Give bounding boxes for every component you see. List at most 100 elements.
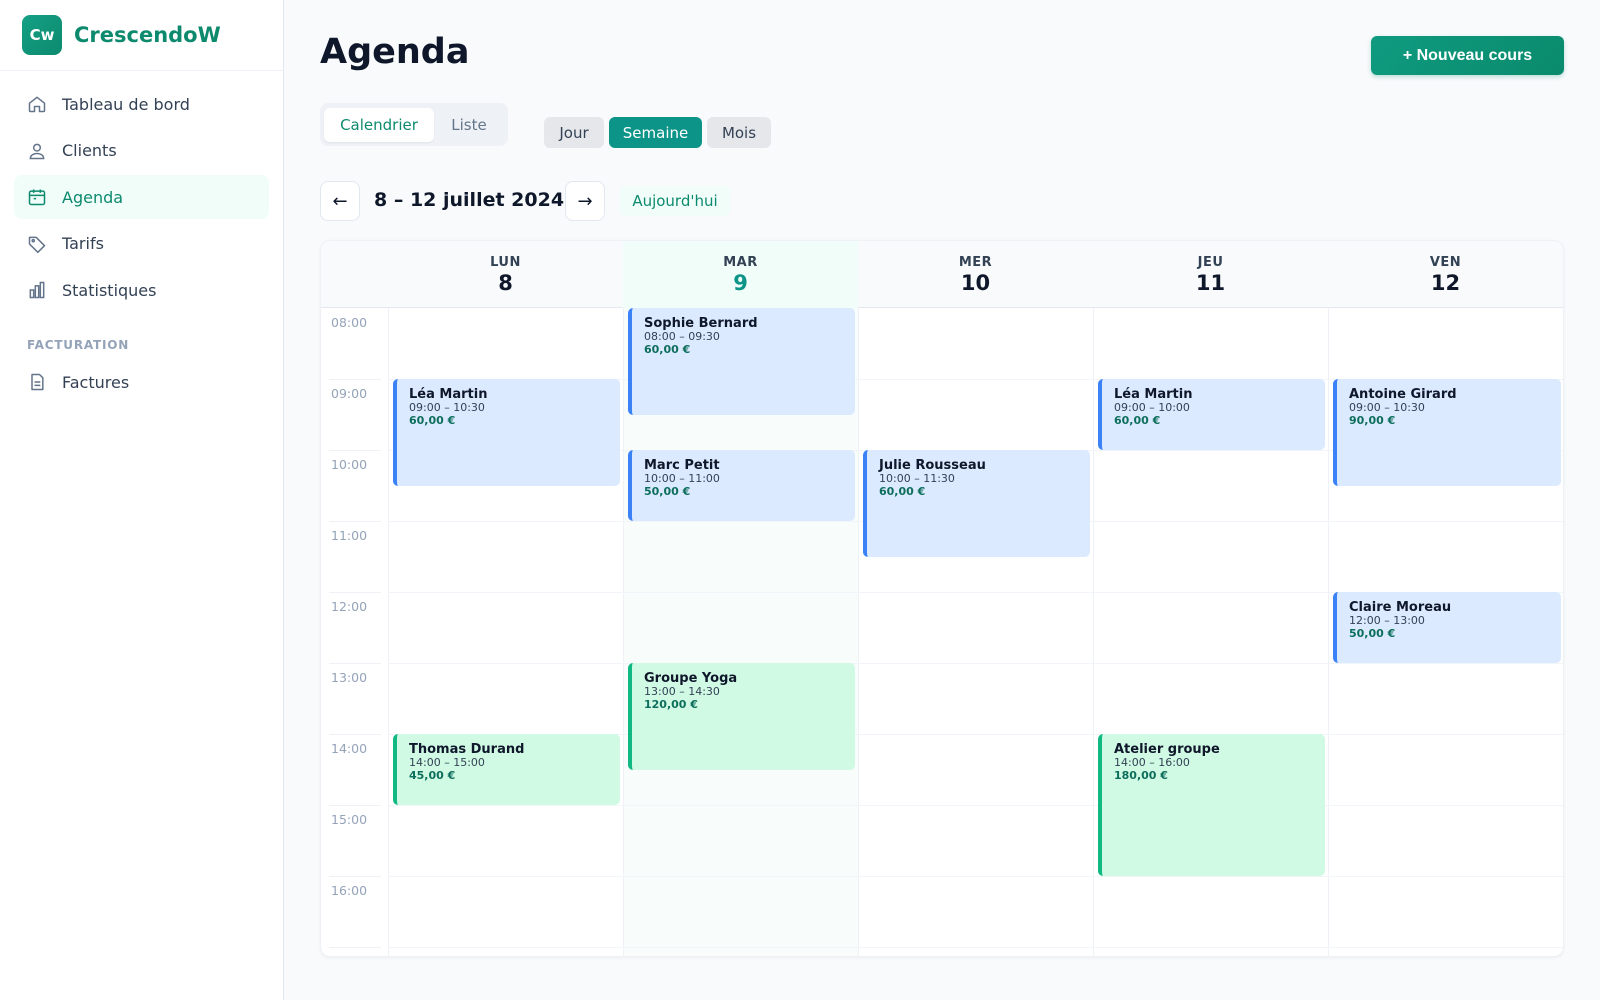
sidebar-item-factures[interactable]: Factures xyxy=(14,360,269,404)
range-week-button[interactable]: Semaine xyxy=(609,117,702,148)
event-time: 10:00 – 11:30 xyxy=(879,472,955,485)
day-number: 12 xyxy=(1430,270,1461,295)
time-label: 14:00 xyxy=(331,741,368,756)
day-number: 10 xyxy=(960,270,991,295)
time-divider xyxy=(329,805,381,806)
time-label: 12:00 xyxy=(331,599,368,614)
day-name: MAR xyxy=(723,254,758,270)
tag-icon xyxy=(26,233,48,255)
sidebar: Cw CrescendoW Tableau de bord Clients Ag… xyxy=(0,0,284,1000)
time-divider xyxy=(329,379,381,380)
time-label: 11:00 xyxy=(331,528,368,543)
time-label: 10:00 xyxy=(331,457,368,472)
sidebar-item-agenda[interactable]: Agenda xyxy=(14,175,269,219)
day-header-fri: VEN 12 xyxy=(1328,241,1563,308)
event-card[interactable]: Groupe Yoga 13:00 – 14:30 120,00 € xyxy=(628,663,855,770)
time-label: 13:00 xyxy=(331,670,368,685)
time-divider xyxy=(329,450,381,451)
time-divider xyxy=(329,734,381,735)
event-client: Marc Petit xyxy=(644,458,720,473)
sidebar-item-label: Factures xyxy=(62,372,130,392)
time-label: 09:00 xyxy=(331,386,368,401)
event-card[interactable]: Léa Martin 09:00 – 10:00 60,00 € xyxy=(1098,379,1325,450)
day-name: MER xyxy=(958,254,993,270)
day-number: 11 xyxy=(1195,270,1226,295)
brand-name: CrescendoW xyxy=(74,23,221,47)
home-icon xyxy=(26,93,48,115)
sidebar-item-dashboard[interactable]: Tableau de bord xyxy=(14,82,269,126)
event-client: Claire Moreau xyxy=(1349,600,1452,615)
event-time: 08:00 – 09:30 xyxy=(644,330,720,343)
event-price: 60,00 € xyxy=(644,343,691,356)
tab-calendar[interactable]: Calendrier xyxy=(324,107,434,142)
range-month-button[interactable]: Mois xyxy=(707,117,771,148)
event-card[interactable]: Sophie Bernard 08:00 – 09:30 60,00 € xyxy=(628,308,855,415)
event-card[interactable]: Thomas Durand 14:00 – 15:00 45,00 € xyxy=(393,734,620,805)
event-time: 10:00 – 11:00 xyxy=(644,472,720,485)
time-divider xyxy=(329,663,381,664)
event-price: 60,00 € xyxy=(409,414,456,427)
prev-week-button[interactable]: ← xyxy=(320,181,360,221)
calendar-header: LUN 8 MAR 9 MER 10 JEU 11 VEN 12 xyxy=(321,241,1563,308)
event-card[interactable]: Claire Moreau 12:00 – 13:00 50,00 € xyxy=(1333,592,1561,663)
sidebar-billing-nav: Factures xyxy=(0,360,283,404)
day-name: JEU xyxy=(1197,254,1224,270)
time-label: 08:00 xyxy=(331,315,368,330)
event-time: 09:00 – 10:30 xyxy=(409,401,485,414)
time-divider xyxy=(329,876,381,877)
sidebar-item-tarifs[interactable]: Tarifs xyxy=(14,222,269,266)
day-name: LUN xyxy=(490,254,521,270)
hour-line xyxy=(388,876,1563,877)
event-client: Léa Martin xyxy=(409,387,488,402)
brand-logo: Cw xyxy=(22,15,62,55)
event-price: 60,00 € xyxy=(1114,414,1161,427)
event-client: Atelier groupe xyxy=(1114,742,1220,757)
calendar-grid: 08:00 09:00 10:00 11:00 12:00 13:00 14:0… xyxy=(321,308,1563,956)
event-client: Julie Rousseau xyxy=(879,458,986,473)
event-price: 50,00 € xyxy=(1349,627,1396,640)
sidebar-item-clients[interactable]: Clients xyxy=(14,129,269,173)
day-column-wed[interactable] xyxy=(858,308,1093,956)
sidebar-item-label: Tableau de bord xyxy=(62,94,190,114)
event-time: 14:00 – 16:00 xyxy=(1114,756,1190,769)
event-price: 60,00 € xyxy=(879,485,926,498)
event-card[interactable]: Léa Martin 09:00 – 10:30 60,00 € xyxy=(393,379,620,486)
event-price: 180,00 € xyxy=(1114,769,1168,782)
event-price: 45,00 € xyxy=(409,769,456,782)
arrow-right-icon: → xyxy=(577,190,593,212)
view-toggle: Calendrier Liste xyxy=(320,103,508,146)
sidebar-section-label: FACTURATION xyxy=(27,338,130,352)
range-day-button[interactable]: Jour xyxy=(544,117,604,148)
event-time: 09:00 – 10:00 xyxy=(1114,401,1190,414)
day-header-wed: MER 10 xyxy=(858,241,1093,308)
event-client: Thomas Durand xyxy=(409,742,525,757)
event-card[interactable]: Marc Petit 10:00 – 11:00 50,00 € xyxy=(628,450,855,521)
event-time: 09:00 – 10:30 xyxy=(1349,401,1425,414)
hour-line xyxy=(388,663,1563,664)
event-card[interactable]: Atelier groupe 14:00 – 16:00 180,00 € xyxy=(1098,734,1325,876)
sidebar-item-label: Clients xyxy=(62,141,117,160)
time-divider xyxy=(329,592,381,593)
day-header-thu: JEU 11 xyxy=(1093,241,1328,308)
event-time: 14:00 – 15:00 xyxy=(409,756,485,769)
sidebar-item-statistiques[interactable]: Statistiques xyxy=(14,268,269,312)
event-price: 90,00 € xyxy=(1349,414,1396,427)
day-name: VEN xyxy=(1429,254,1462,270)
sidebar-item-label: Statistiques xyxy=(62,280,157,300)
time-label: 16:00 xyxy=(331,883,368,898)
user-icon xyxy=(26,140,48,162)
event-card[interactable]: Julie Rousseau 10:00 – 11:30 60,00 € xyxy=(863,450,1090,557)
event-client: Léa Martin xyxy=(1114,387,1193,402)
day-header-tue: MAR 9 xyxy=(623,241,858,308)
arrow-left-icon: ← xyxy=(332,190,348,212)
event-card[interactable]: Antoine Girard 09:00 – 10:30 90,00 € xyxy=(1333,379,1561,486)
event-price: 120,00 € xyxy=(644,698,698,711)
new-course-button[interactable]: + Nouveau cours xyxy=(1371,36,1564,75)
event-client: Antoine Girard xyxy=(1349,387,1457,402)
week-range-label: 8 – 12 juillet 2024 xyxy=(374,189,565,211)
next-week-button[interactable]: → xyxy=(565,181,605,221)
brand[interactable]: Cw CrescendoW xyxy=(0,0,283,71)
tab-list[interactable]: Liste xyxy=(434,108,504,142)
event-client: Groupe Yoga xyxy=(644,671,738,686)
today-button[interactable]: Aujourd'hui xyxy=(620,186,730,216)
